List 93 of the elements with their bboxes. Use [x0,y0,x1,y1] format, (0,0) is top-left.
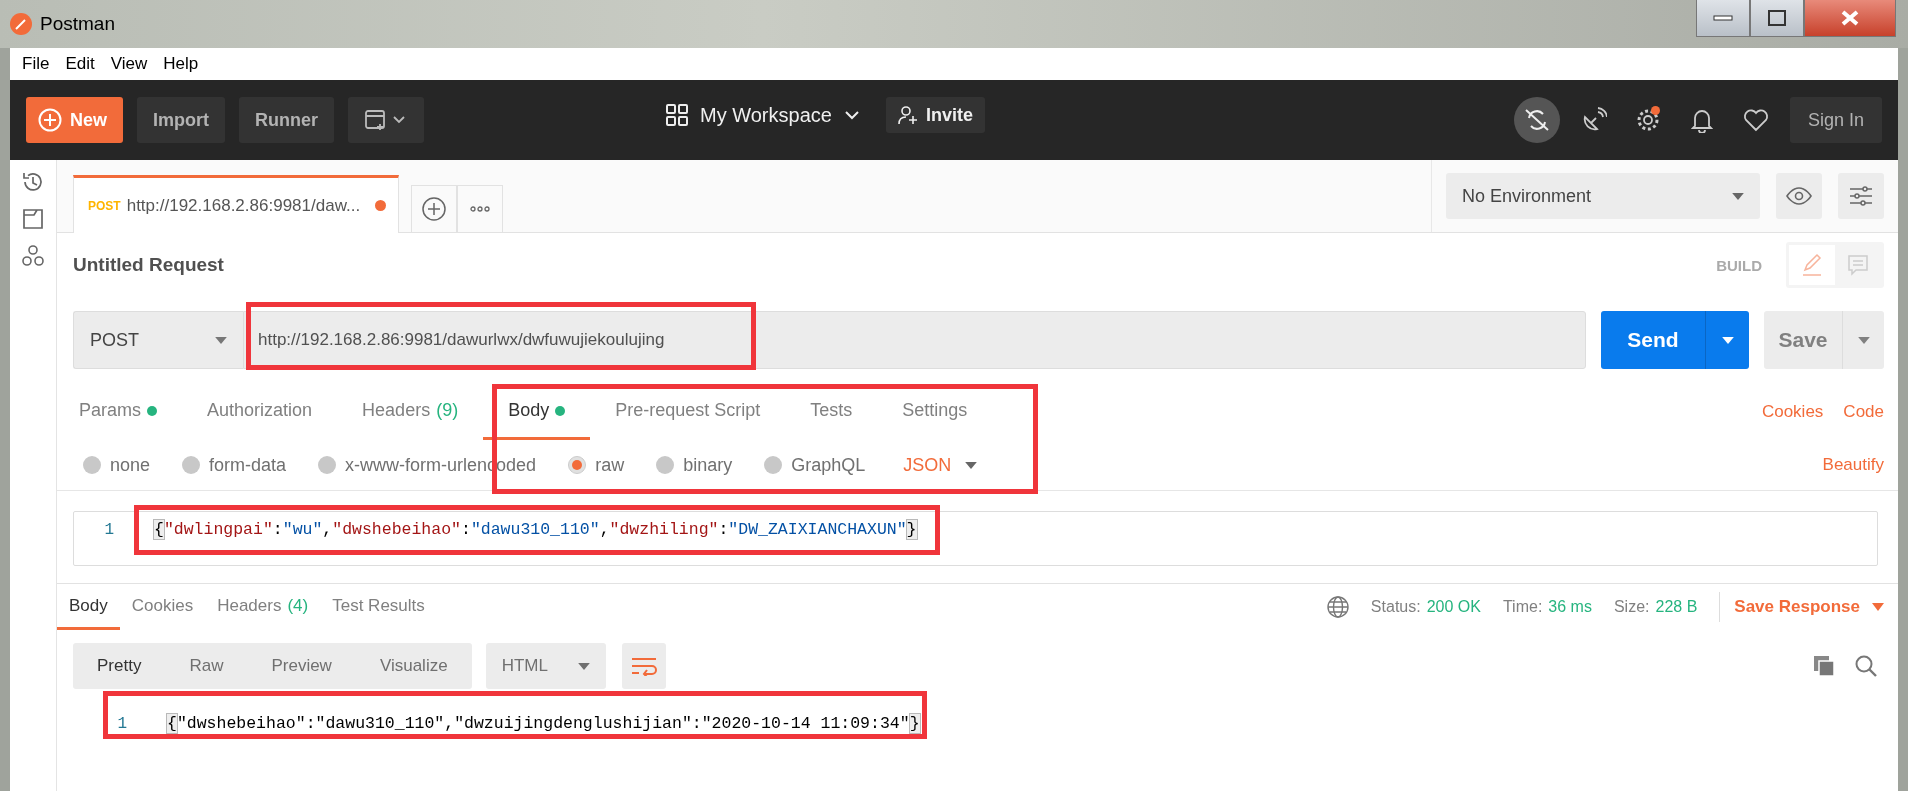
close-button[interactable] [1804,0,1896,37]
caret-icon [1732,192,1744,200]
plus-icon [38,108,62,132]
time-label: Time: [1502,598,1543,616]
response-format-dropdown[interactable]: HTML [485,643,606,689]
beautify-link[interactable]: Beautify [1802,455,1884,475]
caret-icon [577,662,590,670]
request-section-tab[interactable]: Tests [785,384,878,440]
close-icon [1840,10,1860,26]
radio-button[interactable] [182,456,201,474]
body-type-option[interactable]: form-data [182,454,319,476]
response-tab[interactable]: Body [57,584,120,630]
radio-button[interactable] [318,456,337,474]
plus-icon [421,196,447,222]
eye-icon[interactable] [1776,173,1822,219]
body-type-option[interactable]: none [83,454,183,476]
request-body-editor[interactable]: 1 {"dwlingpai":"wu","dwshebeihao":"dawu310_110","dwzhiling":"DW_ZAIXIANCHAXUN"} [73,511,1878,566]
maximize-icon [1768,10,1786,26]
wrap-lines-icon[interactable] [621,643,666,689]
apis-icon[interactable] [21,244,45,268]
collection-icon[interactable] [22,208,44,230]
request-title: Untitled Request [73,254,224,276]
url-field[interactable]: http://192.168.2.86:9981/dawurlwx/dwfuwujiekoulujing [243,311,1586,369]
method-dropdown[interactable]: POST [73,311,243,369]
menu-item[interactable]: View [102,54,156,74]
grid-icon [666,104,688,126]
caret-icon [1872,603,1884,611]
radio-button[interactable] [568,456,587,474]
view-mode-tab[interactable]: Visualize [355,643,472,689]
new-tab-button[interactable] [411,185,457,232]
import-button[interactable]: Import [137,97,225,143]
line-number: 1 [116,714,127,735]
status-value: 200 OK [1426,598,1481,616]
workspace-selector[interactable]: My Workspace [660,102,866,128]
body-type-option[interactable]: GraphQL [764,454,898,476]
request-section-tab[interactable]: Pre-request Script [590,384,786,440]
response-tab[interactable]: Cookies [119,584,206,630]
view-mode-tab[interactable]: Pretty [73,643,166,689]
radio-button[interactable] [764,456,783,474]
sign-in-button[interactable]: Sign In [1789,97,1882,143]
header-link[interactable]: Code [1823,384,1884,440]
chevron-icon [843,110,860,120]
menu-item[interactable]: Edit [57,54,103,74]
mode-label: BUILD [1716,256,1762,274]
add-user-icon [897,105,920,125]
request-section-tab[interactable]: Settings [877,384,993,440]
search-icon[interactable] [1854,654,1878,678]
app-logo-icon [10,13,32,35]
invite-button[interactable]: Invite [885,97,985,133]
radio-button[interactable] [83,456,101,474]
window-title: Postman [40,13,115,35]
body-type-option[interactable]: binary [656,454,765,476]
save-response-button[interactable]: Save Response [1719,592,1884,622]
caret-icon [215,336,227,344]
new-window-button[interactable] [348,97,424,143]
minimize-icon [1713,15,1733,21]
line-number: 1 [103,520,114,539]
runner-button[interactable]: Runner [239,97,334,143]
time-value: 36 ms [1548,598,1592,616]
menu-item[interactable]: Help [155,54,207,74]
ellipsis-icon [470,206,490,212]
menu-item[interactable]: File [14,54,58,74]
view-mode-tab[interactable]: Preview [247,643,356,689]
body-type-option[interactable]: raw [568,454,657,476]
new-button[interactable]: New [26,97,123,143]
maximize-button[interactable] [1750,0,1804,37]
window-plus-icon [364,108,408,132]
globe-icon[interactable] [1326,596,1349,618]
response-tab[interactable]: Headers (4) [205,584,321,630]
size-value: 228 B [1655,598,1698,616]
size-label: Size: [1613,598,1650,616]
format-dropdown[interactable]: JSON [897,453,984,477]
request-section-tab[interactable]: Body [483,384,591,440]
copy-icon[interactable] [1812,654,1836,678]
caret-icon [1721,336,1734,344]
tab-title: http://192.168.2.86:9981/daw... [126,195,361,216]
more-tabs-button[interactable] [457,185,503,232]
caret-icon [965,461,978,469]
request-section-tab[interactable]: Params [73,384,182,440]
view-mode-tab[interactable]: Raw [165,643,248,689]
status-label: Status: [1370,598,1421,616]
request-section-tab[interactable]: Headers (9) [337,384,484,440]
method-label: POST [88,198,121,213]
environment-dropdown[interactable]: No Environment [1446,173,1760,219]
request-tab[interactable]: POST http://192.168.2.86:9981/daw... [73,175,399,233]
radio-button[interactable] [656,456,675,474]
sliders-icon[interactable] [1838,173,1884,219]
request-section-tab[interactable]: Authorization [182,384,338,440]
history-icon[interactable] [21,170,45,194]
header-link[interactable]: Cookies [1741,384,1824,440]
response-tab[interactable]: Test Results [320,584,437,630]
sync-off-icon[interactable] [1513,97,1560,143]
caret-icon [1857,336,1870,344]
